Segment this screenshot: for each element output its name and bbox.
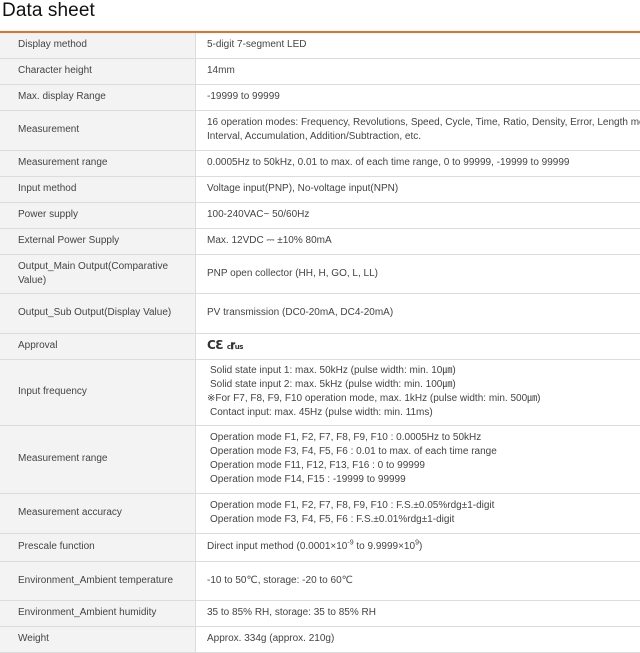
row-label: Measurement range (0, 150, 196, 176)
row-label: Weight (0, 626, 196, 652)
row-label: Measurement accuracy (0, 493, 196, 533)
table-row: Character height 14mm (0, 58, 640, 84)
row-value: Solid state input 1: max. 50kHz (pulse w… (196, 359, 640, 425)
page-title: Data sheet (2, 0, 95, 22)
row-value: 100-240VAC~ 50/60Hz (196, 202, 640, 228)
table-row: Power supply 100-240VAC~ 50/60Hz (0, 202, 640, 228)
row-label: Input frequency (0, 359, 196, 425)
row-value: 16 operation modes: Frequency, Revolutio… (196, 110, 640, 150)
approval-marks-icon: CƐ c𝐫us (207, 338, 243, 352)
row-label: Measurement range (0, 425, 196, 493)
table-row: Measurement range Operation mode F1, F2,… (0, 425, 640, 493)
table-row: Output_Main Output(Comparative Value) PN… (0, 254, 640, 293)
row-label: Environment_Ambient humidity (0, 600, 196, 626)
table-row: Environment_Ambient humidity 35 to 85% R… (0, 600, 640, 626)
row-label: Prescale function (0, 533, 196, 561)
row-value: -10 to 50℃, storage: -20 to 60℃ (196, 561, 640, 600)
row-label: Approval (0, 333, 196, 359)
table-row: Measurement accuracy Operation mode F1, … (0, 493, 640, 533)
table-row: Max. display Range -19999 to 99999 (0, 84, 640, 110)
table-row: External Power Supply Max. 12VDC ⎓ ±10% … (0, 228, 640, 254)
row-value: Voltage input(PNP), No-voltage input(NPN… (196, 176, 640, 202)
row-label: Input method (0, 176, 196, 202)
row-value: Operation mode F1, F2, F7, F8, F9, F10 :… (196, 493, 640, 533)
row-value: 35 to 85% RH, storage: 35 to 85% RH (196, 600, 640, 626)
row-label: Environment_Ambient temperature (0, 561, 196, 600)
row-value: Approx. 334g (approx. 210g) (196, 626, 640, 652)
row-value: 5-digit 7-segment LED (196, 33, 640, 58)
row-label: Measurement (0, 110, 196, 150)
table-row: Measurement range 0.0005Hz to 50kHz, 0.0… (0, 150, 640, 176)
table-row: Environment_Ambient temperature -10 to 5… (0, 561, 640, 600)
row-value: 0.0005Hz to 50kHz, 0.01 to max. of each … (196, 150, 640, 176)
row-value: PV transmission (DC0-20mA, DC4-20mA) (196, 293, 640, 333)
row-value: CƐ c𝐫us (196, 333, 640, 359)
row-value: PNP open collector (HH, H, GO, L, LL) (196, 254, 640, 293)
table-row: Weight Approx. 334g (approx. 210g) (0, 626, 640, 652)
row-label: Max. display Range (0, 84, 196, 110)
row-value: Direct input method (0.0001×10-9 to 9.99… (196, 533, 640, 561)
row-value: Operation mode F1, F2, F7, F8, F9, F10 :… (196, 425, 640, 493)
row-label: External Power Supply (0, 228, 196, 254)
row-label: Character height (0, 58, 196, 84)
row-label: Display method (0, 33, 196, 58)
table-row: Display method 5-digit 7-segment LED (0, 33, 640, 58)
table-row: Prescale function Direct input method (0… (0, 533, 640, 561)
table-row: Input frequency Solid state input 1: max… (0, 359, 640, 425)
data-sheet-table: Display method 5-digit 7-segment LED Cha… (0, 33, 640, 653)
table-row: Measurement 16 operation modes: Frequenc… (0, 110, 640, 150)
row-label: Output_Main Output(Comparative Value) (0, 254, 196, 293)
row-value: -19999 to 99999 (196, 84, 640, 110)
row-label: Output_Sub Output(Display Value) (0, 293, 196, 333)
table-row: Approval CƐ c𝐫us (0, 333, 640, 359)
row-value: Max. 12VDC ⎓ ±10% 80mA (196, 228, 640, 254)
table-row: Output_Sub Output(Display Value) PV tran… (0, 293, 640, 333)
row-value: 14mm (196, 58, 640, 84)
row-label: Power supply (0, 202, 196, 228)
table-row: Input method Voltage input(PNP), No-volt… (0, 176, 640, 202)
